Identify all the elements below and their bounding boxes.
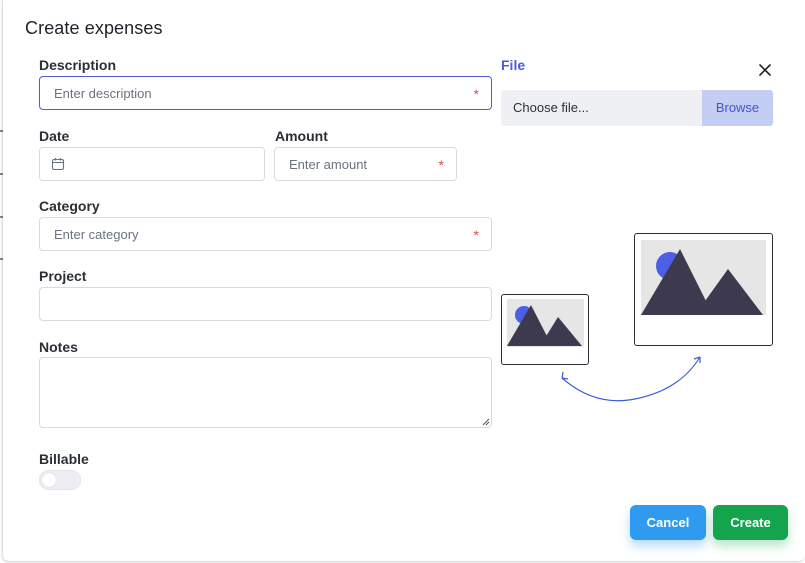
project-input[interactable] bbox=[39, 287, 492, 321]
create-button[interactable]: Create bbox=[713, 505, 788, 540]
project-label: Project bbox=[39, 268, 87, 284]
notes-label: Notes bbox=[39, 339, 78, 355]
required-marker: * bbox=[473, 227, 479, 243]
file-label: File bbox=[501, 57, 526, 73]
description-input[interactable]: Enter description * bbox=[39, 76, 492, 110]
date-label: Date bbox=[39, 128, 70, 144]
calendar-icon bbox=[51, 158, 65, 171]
required-marker: * bbox=[438, 157, 444, 173]
amount-placeholder: Enter amount bbox=[289, 157, 368, 172]
resize-handle-icon[interactable] bbox=[482, 418, 490, 426]
amount-input[interactable]: Enter amount * bbox=[274, 147, 457, 181]
image-preview-large bbox=[634, 233, 773, 346]
create-expense-modal: Create expenses Description Enter descri… bbox=[3, 0, 805, 562]
browse-button[interactable]: Browse bbox=[702, 90, 773, 126]
description-label: Description bbox=[39, 57, 117, 73]
toggle-knob bbox=[42, 473, 56, 487]
file-input[interactable]: Choose file... Browse bbox=[501, 90, 773, 126]
close-button[interactable] bbox=[757, 62, 773, 78]
category-input[interactable]: Enter category * bbox=[39, 217, 492, 251]
category-label: Category bbox=[39, 198, 100, 214]
file-choose-text: Choose file... bbox=[513, 100, 589, 115]
date-input[interactable] bbox=[39, 147, 265, 181]
category-placeholder: Enter category bbox=[54, 227, 139, 242]
billable-toggle[interactable] bbox=[39, 470, 81, 490]
cancel-button[interactable]: Cancel bbox=[630, 505, 706, 540]
required-marker: * bbox=[473, 86, 479, 102]
notes-textarea[interactable] bbox=[39, 357, 492, 428]
curved-arrow-icon bbox=[561, 356, 701, 402]
amount-label: Amount bbox=[275, 128, 328, 144]
close-icon bbox=[759, 64, 771, 76]
description-placeholder: Enter description bbox=[54, 86, 152, 101]
billable-label: Billable bbox=[39, 451, 89, 467]
modal-title: Create expenses bbox=[25, 18, 163, 38]
image-placeholder-icon bbox=[641, 240, 766, 315]
